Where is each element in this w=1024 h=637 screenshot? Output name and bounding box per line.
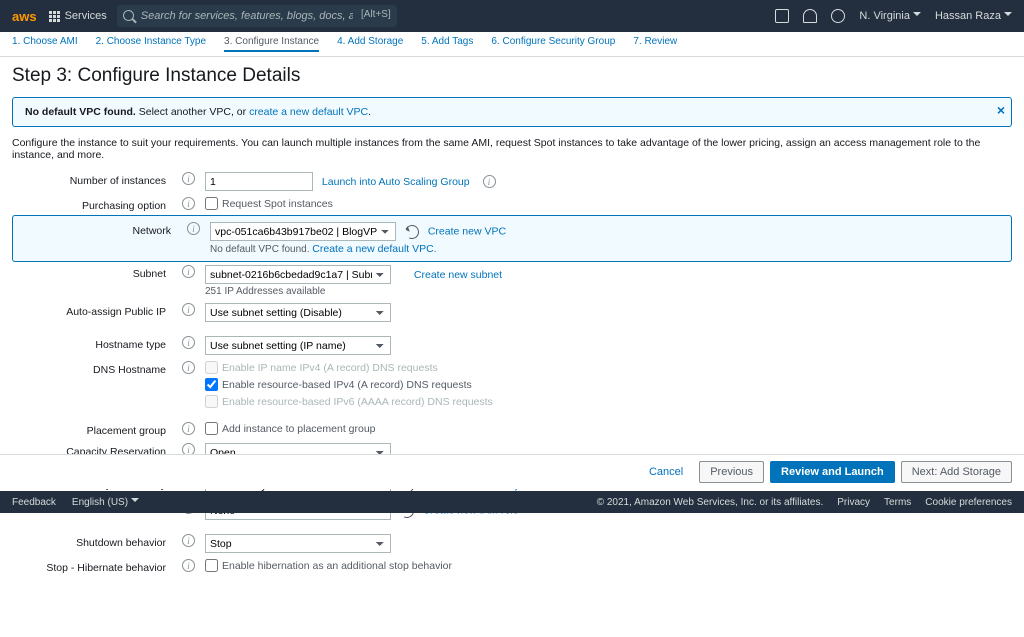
next-button[interactable]: Next: Add Storage: [901, 461, 1012, 483]
row-shutdown: Shutdown behavior i Stop: [12, 531, 1012, 556]
services-button[interactable]: Services: [49, 10, 107, 22]
row-purchasing: Purchasing option i Request Spot instanc…: [12, 194, 1012, 215]
create-vpc-link[interactable]: Create new VPC: [428, 226, 506, 238]
hibernate-chk-label[interactable]: Enable hibernation as an additional stop…: [205, 559, 1012, 572]
step-6[interactable]: 6. Configure Security Group: [491, 36, 615, 52]
create-default-vpc-link[interactable]: Create a new default VPC: [312, 243, 433, 255]
network-select[interactable]: vpc-051ca6b43b917be02 | BlogVPC: [210, 222, 396, 241]
vpc-alert: No default VPC found. Select another VPC…: [12, 97, 1012, 127]
services-label: Services: [65, 10, 107, 22]
label-instances: Number of instances: [12, 172, 172, 187]
cookie-link[interactable]: Cookie preferences: [925, 497, 1012, 508]
close-icon[interactable]: ×: [997, 102, 1005, 118]
shutdown-select[interactable]: Stop: [205, 534, 391, 553]
hibernate-chk[interactable]: [205, 559, 218, 572]
footer: Feedback English (US) © 2021, Amazon Web…: [0, 491, 1024, 513]
label-hostname: Hostname type: [12, 336, 172, 351]
info-icon[interactable]: i: [483, 175, 496, 188]
row-placement: Placement group i Add instance to placem…: [12, 419, 1012, 440]
label-placement: Placement group: [12, 422, 172, 437]
label-shutdown: Shutdown behavior: [12, 534, 172, 549]
nav-right: N. Virginia Hassan Raza: [775, 9, 1012, 23]
privacy-link[interactable]: Privacy: [837, 497, 870, 508]
create-subnet-link[interactable]: Create new subnet: [414, 269, 502, 281]
label-dns: DNS Hostname: [12, 361, 172, 376]
user-menu[interactable]: Hassan Raza: [935, 10, 1012, 22]
info-icon[interactable]: i: [182, 559, 195, 572]
info-icon[interactable]: i: [182, 534, 195, 547]
info-icon[interactable]: i: [182, 361, 195, 374]
placement-chk[interactable]: [205, 422, 218, 435]
info-icon[interactable]: i: [187, 222, 200, 235]
alert-bold: No default VPC found.: [25, 106, 136, 118]
step-7[interactable]: 7. Review: [633, 36, 677, 52]
terms-link[interactable]: Terms: [884, 497, 911, 508]
review-launch-button[interactable]: Review and Launch: [770, 461, 895, 483]
label-network: Network: [17, 222, 177, 237]
bell-icon[interactable]: [803, 9, 817, 23]
autoscaling-link[interactable]: Launch into Auto Scaling Group: [322, 176, 470, 188]
search-input[interactable]: [117, 5, 397, 27]
dns-chk1: [205, 361, 218, 374]
row-dns: DNS Hostname i Enable IP name IPv4 (A re…: [12, 358, 1012, 411]
cancel-button[interactable]: Cancel: [639, 461, 693, 483]
alert-text: Select another VPC, or: [136, 106, 249, 118]
cloudshell-icon[interactable]: [775, 9, 789, 23]
search-shortcut: [Alt+S]: [361, 9, 391, 20]
info-icon[interactable]: i: [182, 303, 195, 316]
copyright: © 2021, Amazon Web Services, Inc. or its…: [597, 497, 824, 508]
dns-chk1-label: Enable IP name IPv4 (A record) DNS reque…: [205, 361, 1012, 374]
label-purchasing: Purchasing option: [12, 197, 172, 212]
hostname-select[interactable]: Use subnet setting (IP name): [205, 336, 391, 355]
dns-chk2-label[interactable]: Enable resource-based IPv4 (A record) DN…: [205, 378, 1012, 391]
spot-checkbox[interactable]: [205, 197, 218, 210]
instances-input[interactable]: [205, 172, 313, 191]
row-hostname: Hostname type i Use subnet setting (IP n…: [12, 333, 1012, 358]
dns-chk2[interactable]: [205, 378, 218, 391]
dns-chk3-label: Enable resource-based IPv6 (AAAA record)…: [205, 395, 1012, 408]
subnet-available: 251 IP Addresses available: [205, 286, 1012, 297]
search-icon: [123, 10, 134, 21]
info-icon[interactable]: i: [182, 265, 195, 278]
action-bar: Cancel Previous Review and Launch Next: …: [0, 454, 1024, 489]
region-selector[interactable]: N. Virginia: [859, 10, 921, 22]
placement-chk-label[interactable]: Add instance to placement group: [205, 422, 1012, 435]
alert-link[interactable]: create a new default VPC: [249, 106, 368, 118]
autoip-select[interactable]: Use subnet setting (Disable): [205, 303, 391, 322]
info-icon[interactable]: i: [182, 172, 195, 185]
info-icon[interactable]: i: [182, 422, 195, 435]
refresh-icon[interactable]: [403, 223, 421, 241]
dns-chk3: [205, 395, 218, 408]
step-3[interactable]: 3. Configure Instance: [224, 36, 319, 52]
wizard-steps: 1. Choose AMI 2. Choose Instance Type 3.…: [0, 32, 1024, 57]
label-hibernate: Stop - Hibernate behavior: [12, 559, 172, 574]
info-icon[interactable]: i: [182, 336, 195, 349]
page-title: Step 3: Configure Instance Details: [12, 65, 1012, 87]
step-4[interactable]: 4. Add Storage: [337, 36, 403, 52]
top-nav: aws Services [Alt+S] N. Virginia Hassan …: [0, 0, 1024, 32]
label-autoip: Auto-assign Public IP: [12, 303, 172, 318]
label-subnet: Subnet: [12, 265, 172, 280]
step-2[interactable]: 2. Choose Instance Type: [96, 36, 206, 52]
intro-text: Configure the instance to suit your requ…: [12, 137, 1012, 161]
subnet-select[interactable]: subnet-0216b6cbedad9c1a7 | SubnetA | us-…: [205, 265, 391, 284]
row-hibernate: Stop - Hibernate behavior i Enable hiber…: [12, 556, 1012, 577]
feedback-link[interactable]: Feedback: [12, 497, 56, 508]
main: Step 3: Configure Instance Details No de…: [0, 57, 1024, 637]
previous-button[interactable]: Previous: [699, 461, 764, 483]
step-5[interactable]: 5. Add Tags: [421, 36, 473, 52]
info-icon[interactable]: i: [182, 197, 195, 210]
language-selector[interactable]: English (US): [72, 497, 139, 508]
row-instances: Number of instances i Launch into Auto S…: [12, 169, 1012, 194]
search-wrap: [Alt+S]: [117, 5, 397, 27]
row-subnet: Subnet i subnet-0216b6cbedad9c1a7 | Subn…: [12, 262, 1012, 300]
aws-logo[interactable]: aws: [12, 9, 37, 24]
help-icon[interactable]: [831, 9, 845, 23]
row-network: Network i vpc-051ca6b43b917be02 | BlogVP…: [12, 215, 1012, 262]
grid-icon: [49, 11, 60, 22]
step-1[interactable]: 1. Choose AMI: [12, 36, 78, 52]
row-autoip: Auto-assign Public IP i Use subnet setti…: [12, 300, 1012, 325]
spot-checkbox-label[interactable]: Request Spot instances: [205, 197, 1012, 210]
